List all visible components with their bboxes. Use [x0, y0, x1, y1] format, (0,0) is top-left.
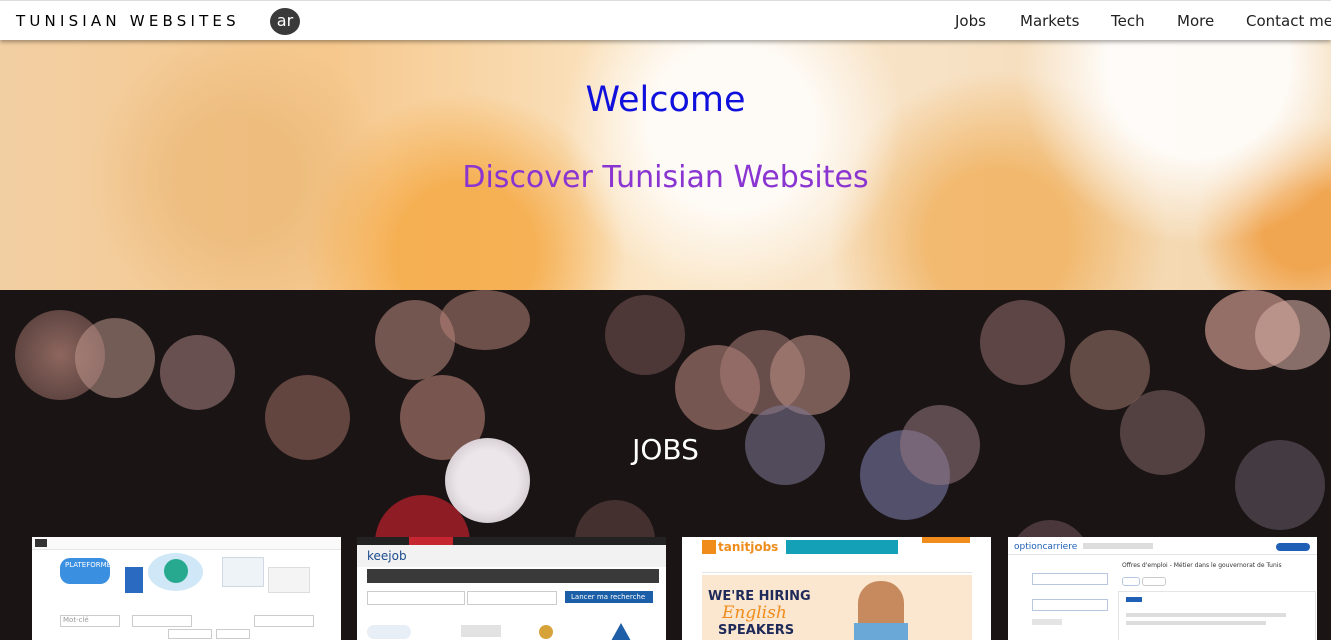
job-site-card-optioncarriere[interactable]: optioncarriere Offres d'emploi - Métier …: [1008, 537, 1317, 640]
job-result-text: [1126, 621, 1266, 625]
mini-signup-button: [1276, 543, 1310, 551]
partner-logo-circle: [539, 625, 553, 639]
bokeh-light: [1255, 300, 1330, 370]
search-button-label: Lancer ma recherche: [571, 593, 646, 601]
job-site-card-tanitjobs[interactable]: tanitjobs WE'RE HIRING English SPEAKERS: [682, 537, 991, 640]
top-navbar: TUNISIAN WEBSITES ar Jobs Markets Tech M…: [0, 0, 1331, 40]
keyword-input-placeholder: Mot-clé: [63, 616, 89, 624]
site-logo-icon: [35, 539, 47, 547]
job-result-text: [1126, 613, 1286, 617]
city-input: [132, 615, 192, 627]
nav-item-jobs[interactable]: Jobs: [955, 12, 986, 30]
nav-menu: Jobs Markets Tech More Contact me: [0, 12, 1331, 32]
screen-illustration-icon: [222, 557, 264, 587]
bokeh-light: [605, 295, 685, 375]
mini-topbar: [357, 537, 666, 545]
results-headline: Offres d'emploi - Métier dans le gouvern…: [1122, 562, 1282, 569]
tanitjobs-logo-icon: [702, 540, 716, 554]
job-input: [1032, 573, 1108, 585]
mini-top-button: [922, 537, 970, 543]
job-site-card-emploitn[interactable]: PLATEFORME Mot-clé: [32, 537, 341, 640]
avatar-illustration-icon: [164, 559, 188, 583]
bokeh-light: [75, 318, 155, 398]
job-site-card-keejob[interactable]: keejob Lancer ma recherche: [357, 537, 666, 640]
partner-logo-triangle: [611, 623, 631, 640]
filter-chip: [1142, 577, 1166, 586]
filter-select: [168, 629, 212, 639]
hero-banner: Welcome Discover Tunisian Websites: [0, 40, 1331, 290]
location-input: [1032, 599, 1108, 611]
mini-nav-bar: [702, 564, 972, 573]
shirt-illustration-icon: [854, 623, 908, 640]
nav-item-markets[interactable]: Markets: [1020, 12, 1079, 30]
partner-logo-streamwide: [367, 625, 411, 639]
jobs-section-title: JOBS: [632, 433, 699, 466]
jobs-section: JOBS PLATEFORME Mot-clé keejob Lancer ma…: [0, 290, 1331, 640]
nav-item-contact[interactable]: Contact me: [1246, 12, 1331, 30]
nav-item-tech[interactable]: Tech: [1111, 12, 1145, 30]
bokeh-light: [770, 335, 850, 415]
bokeh-light: [980, 300, 1065, 385]
mini-divider: [1008, 554, 1317, 555]
nav-item-more[interactable]: More: [1177, 12, 1214, 30]
hiring-banner-line1: WE'RE HIRING: [708, 589, 811, 604]
bokeh-light: [160, 335, 235, 410]
optioncarriere-logo: optioncarriere: [1014, 542, 1078, 552]
mini-ad-banner: [786, 540, 898, 554]
banner-text: PLATEFORME: [65, 561, 112, 569]
hero-subtitle: Discover Tunisian Websites: [462, 160, 869, 195]
tanitjobs-logo: tanitjobs: [718, 540, 779, 554]
hiring-banner-line3: SPEAKERS: [718, 623, 795, 638]
hero-title: Welcome: [585, 80, 746, 120]
partner-logo-schoeller: [461, 625, 501, 637]
mini-topbar-highlight: [409, 537, 453, 545]
keejob-logo: keejob: [367, 549, 407, 563]
sector-input: [254, 615, 314, 627]
filter-chip: [1122, 577, 1140, 586]
job-result-title: [1126, 597, 1142, 602]
region-select: [467, 591, 557, 605]
filter-select: [216, 629, 250, 639]
mini-nav-bar: [367, 569, 659, 583]
document-illustration-icon: [268, 567, 310, 593]
person-illustration-icon: [125, 567, 143, 593]
mini-nav-links: [1083, 543, 1153, 549]
hiring-banner-line2: English: [722, 603, 787, 623]
mini-site-header: [32, 537, 341, 550]
search-input: [367, 591, 465, 605]
distance-label: [1032, 619, 1062, 625]
bokeh-light: [440, 290, 530, 350]
